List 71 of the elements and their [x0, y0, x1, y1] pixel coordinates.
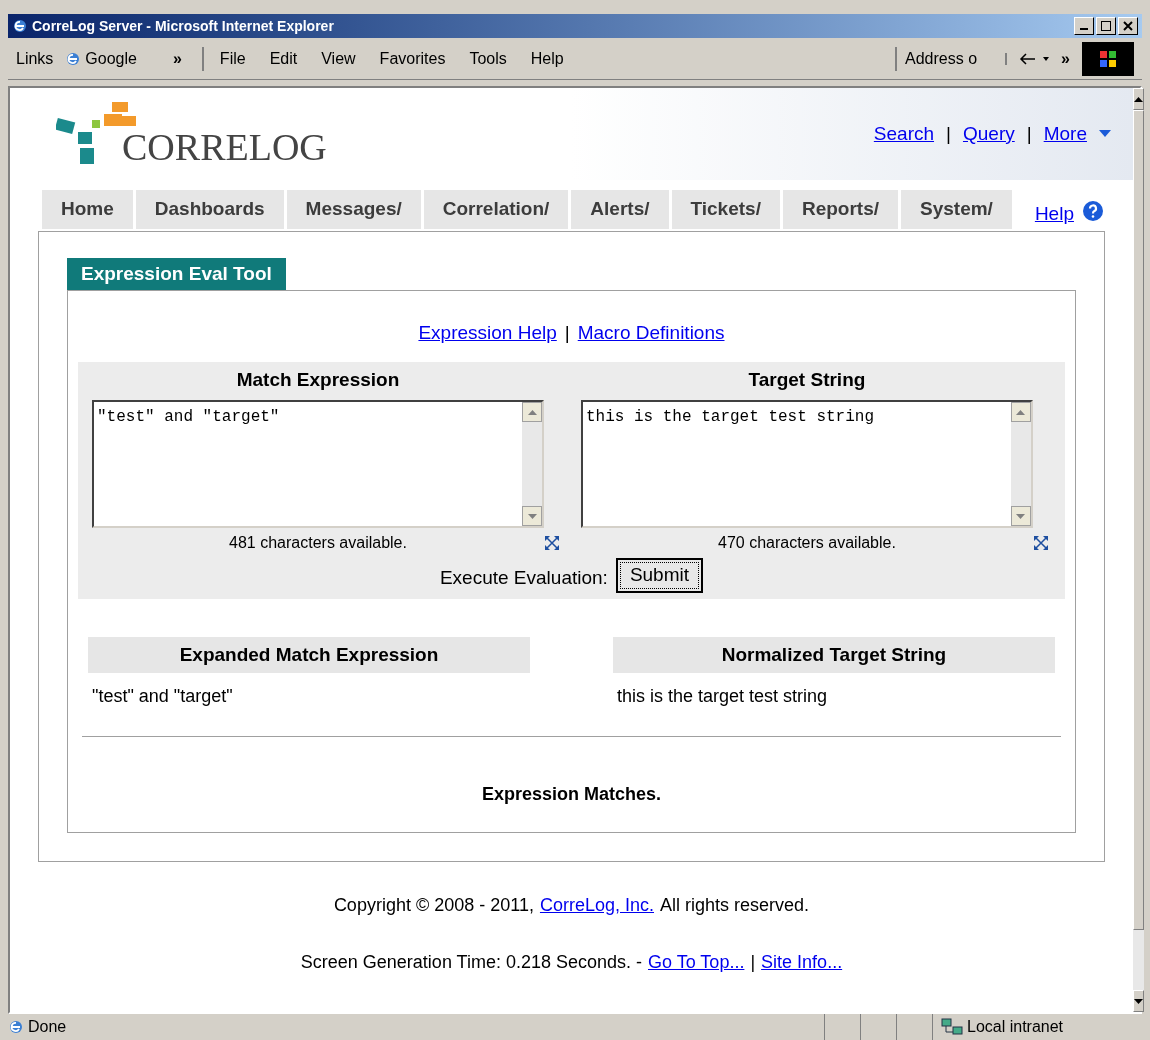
execute-label: Execute Evaluation:: [439, 566, 608, 590]
menu-item[interactable]: View: [321, 46, 356, 71]
caret-icon[interactable]: [1098, 130, 1111, 138]
text-area-value: this is the target test string: [585, 408, 874, 426]
zone-text: Local intranet: [967, 1017, 1064, 1037]
nav-tab[interactable]: System/: [901, 190, 1012, 229]
result-heading: Expanded Match Expression: [88, 636, 530, 673]
minimize-icon: [1080, 28, 1088, 30]
maximize-button[interactable]: [1096, 17, 1116, 35]
address-label: Address o: [895, 46, 978, 71]
text-area-value: "test" and "target": [97, 408, 280, 426]
character-count: 470 characters available.: [717, 533, 897, 553]
status-text: Done: [28, 1017, 67, 1037]
help-icon[interactable]: [1082, 200, 1103, 221]
generation-time: Screen Generation Time: 0.218 Seconds. -: [300, 951, 642, 974]
footer-link[interactable]: Go To Top...: [648, 949, 745, 976]
result-value: "test" and "target": [91, 685, 234, 708]
nav-tab[interactable]: Reports/: [782, 190, 898, 229]
footer-link[interactable]: Site Info...: [761, 949, 843, 976]
separator: |: [750, 951, 756, 974]
logo-text: CORRELOG: [122, 128, 327, 166]
header-link[interactable]: Search: [873, 119, 935, 149]
network-icon: [941, 1018, 963, 1036]
nav-tab[interactable]: Home: [42, 190, 133, 229]
links-label: Links: [16, 48, 54, 69]
field-label: Target String: [747, 367, 867, 392]
help-link[interactable]: Macro Definitions: [577, 319, 725, 348]
separator: |: [946, 121, 951, 146]
menu-item[interactable]: Edit: [269, 46, 298, 71]
separator: |: [564, 321, 570, 345]
chevron[interactable]: »: [172, 46, 182, 71]
result-heading: Normalized Target String: [612, 636, 1055, 673]
text-area[interactable]: this is the target test string: [580, 400, 1033, 528]
browser-icon: [8, 1019, 24, 1035]
nav-tab[interactable]: Dashboards: [135, 190, 284, 229]
help-link[interactable]: Expression Help: [418, 319, 557, 348]
header-link[interactable]: Query: [962, 119, 1015, 149]
expand-icon[interactable]: [1032, 535, 1049, 551]
company-link[interactable]: CorreLog, Inc.: [539, 892, 654, 919]
windows-logo-icon: [1082, 41, 1134, 76]
google-link[interactable]: Google: [65, 46, 137, 71]
outcome-text: Expression Matches.: [480, 783, 662, 806]
nav-tab[interactable]: Alerts/: [571, 190, 669, 229]
back-arrow-icon[interactable]: [1005, 52, 1050, 65]
character-count: 481 characters available.: [228, 533, 408, 553]
expand-icon[interactable]: [544, 535, 560, 551]
menu-item[interactable]: Tools: [469, 46, 507, 71]
submit-button[interactable]: Submit: [615, 558, 703, 593]
header-link[interactable]: More: [1043, 119, 1087, 149]
chevron[interactable]: »: [1061, 46, 1070, 71]
browser-icon: [65, 50, 82, 67]
browser-icon: [12, 18, 28, 34]
help-link[interactable]: Help: [1034, 200, 1074, 229]
menu-item[interactable]: Help: [530, 46, 564, 71]
menu-item[interactable]: Favorites: [379, 46, 446, 71]
rights-text: All rights reserved.: [660, 894, 810, 917]
nav-tab[interactable]: Correlation/: [423, 190, 569, 229]
nav-tab[interactable]: Tickets/: [671, 190, 780, 229]
window-title: CorreLog Server - Microsoft Internet Explorer: [32, 16, 334, 36]
nav-tab[interactable]: Messages/: [286, 190, 421, 229]
result-value: this is the target test string: [615, 685, 829, 708]
maximize-icon: [1101, 21, 1111, 31]
field-label: Match Expression: [235, 367, 401, 392]
close-icon: [1123, 21, 1133, 31]
close-button[interactable]: [1118, 17, 1138, 35]
panel-title: Expression Eval Tool: [67, 257, 286, 290]
copyright-text: Copyright © 2008 - 2011,: [333, 894, 534, 917]
menu-item[interactable]: File: [219, 46, 246, 71]
minimize-button[interactable]: [1074, 17, 1094, 35]
separator: |: [1026, 121, 1032, 146]
text-area[interactable]: "test" and "target": [92, 400, 544, 528]
